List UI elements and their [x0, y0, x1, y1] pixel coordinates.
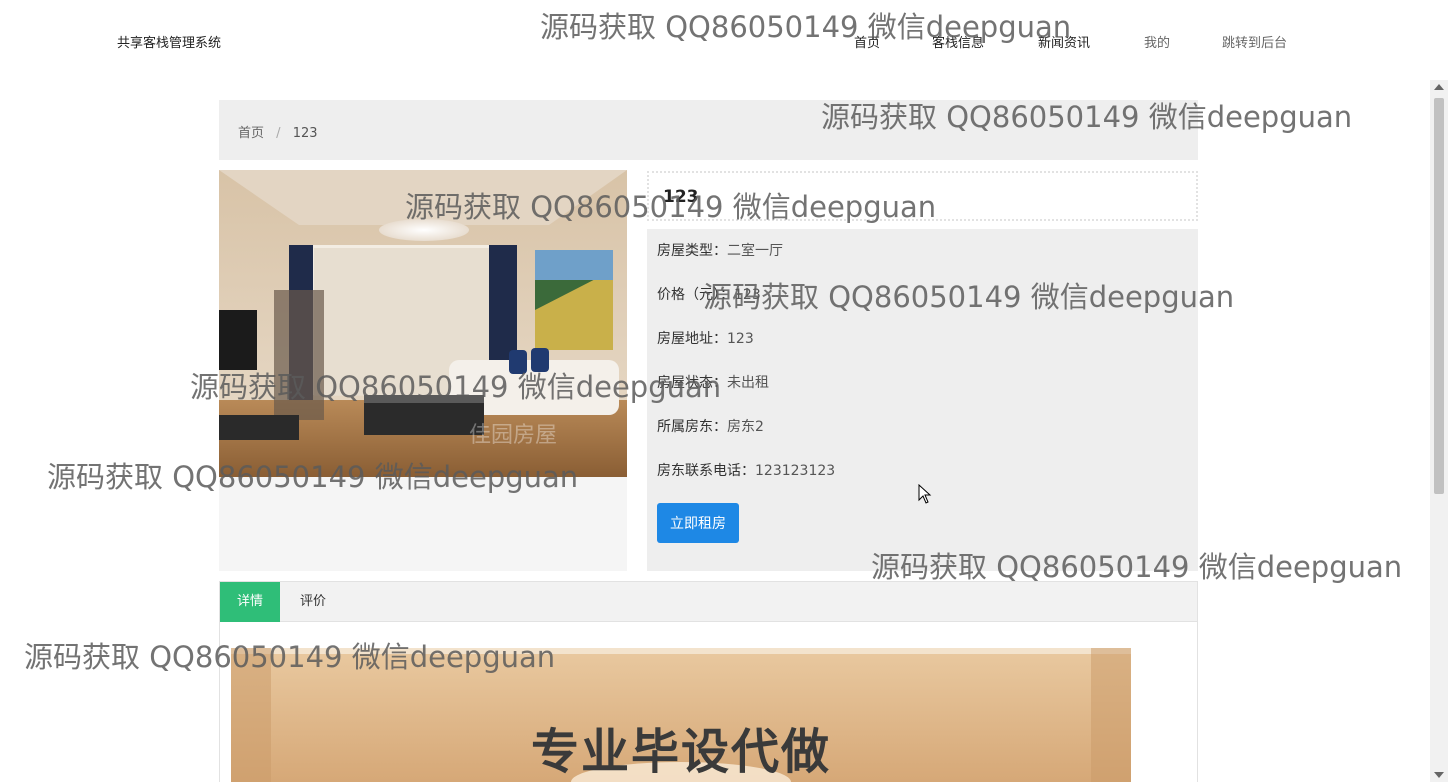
listing-image-panel: 佳园房屋: [219, 170, 627, 571]
scroll-down-arrow-icon[interactable]: [1434, 772, 1444, 778]
breadcrumb-current: 123: [292, 126, 318, 141]
listing-info-panel: 房屋类型：二室一厅 价格（元）：123 房屋地址：123 房屋状态：未出租 所属…: [647, 229, 1198, 571]
field-label: 房屋类型：: [657, 243, 727, 259]
nav-news[interactable]: 新闻资讯: [1038, 32, 1090, 51]
field-label: 房屋状态：: [657, 375, 727, 391]
nav-mine[interactable]: 我的: [1144, 32, 1170, 51]
field-value: 123123123: [755, 463, 836, 479]
info-row-address: 房屋地址：123: [657, 329, 1188, 373]
room-photo: 佳园房屋: [219, 170, 627, 477]
nav-admin[interactable]: 跳转到后台: [1222, 32, 1287, 51]
detail-banner-image: 专业毕设代做: [231, 648, 1131, 782]
detail-tabs: 详情 评价: [219, 581, 1198, 622]
info-row-house-type: 房屋类型：二室一厅: [657, 241, 1188, 285]
info-row-price: 价格（元）：123: [657, 285, 1188, 329]
field-label: 房屋地址：: [657, 331, 727, 347]
main-nav: 首页 客栈信息 新闻资讯 我的 跳转到后台: [0, 32, 1448, 52]
breadcrumb-home[interactable]: 首页: [238, 126, 264, 141]
scrollbar-thumb[interactable]: [1434, 98, 1444, 494]
mouse-cursor-icon: [918, 483, 932, 508]
field-value: 123: [734, 287, 761, 303]
info-row-status: 房屋状态：未出租: [657, 373, 1188, 417]
page-scrollbar[interactable]: [1430, 80, 1448, 782]
field-label: 价格（元）：: [657, 287, 734, 303]
breadcrumb: 首页 / 123: [219, 100, 1198, 160]
listing-title-text: 123: [663, 187, 699, 207]
photo-watermark: 佳园房屋: [469, 423, 557, 448]
field-value: 房东2: [727, 419, 764, 435]
info-row-landlord: 所属房东：房东2: [657, 417, 1188, 461]
field-value: 未出租: [727, 375, 769, 391]
top-navbar: 共享客栈管理系统 首页 客栈信息 新闻资讯 我的 跳转到后台: [0, 0, 1448, 80]
field-value: 123: [727, 331, 754, 347]
field-label: 房东联系电话：: [657, 463, 755, 479]
breadcrumb-separator: /: [276, 126, 281, 141]
scroll-up-arrow-icon[interactable]: [1434, 84, 1444, 90]
field-label: 所属房东：: [657, 419, 727, 435]
tab-details[interactable]: 详情: [220, 582, 281, 622]
nav-inn-info[interactable]: 客栈信息: [932, 32, 984, 51]
nav-home[interactable]: 首页: [854, 32, 880, 51]
detail-content: 专业毕设代做: [219, 622, 1198, 782]
listing-title: 123: [647, 171, 1198, 221]
rent-now-button[interactable]: 立即租房: [657, 503, 739, 543]
tab-reviews[interactable]: 评价: [283, 582, 343, 622]
banner-text: 专业毕设代做: [530, 724, 831, 780]
field-value: 二室一厅: [727, 243, 783, 259]
